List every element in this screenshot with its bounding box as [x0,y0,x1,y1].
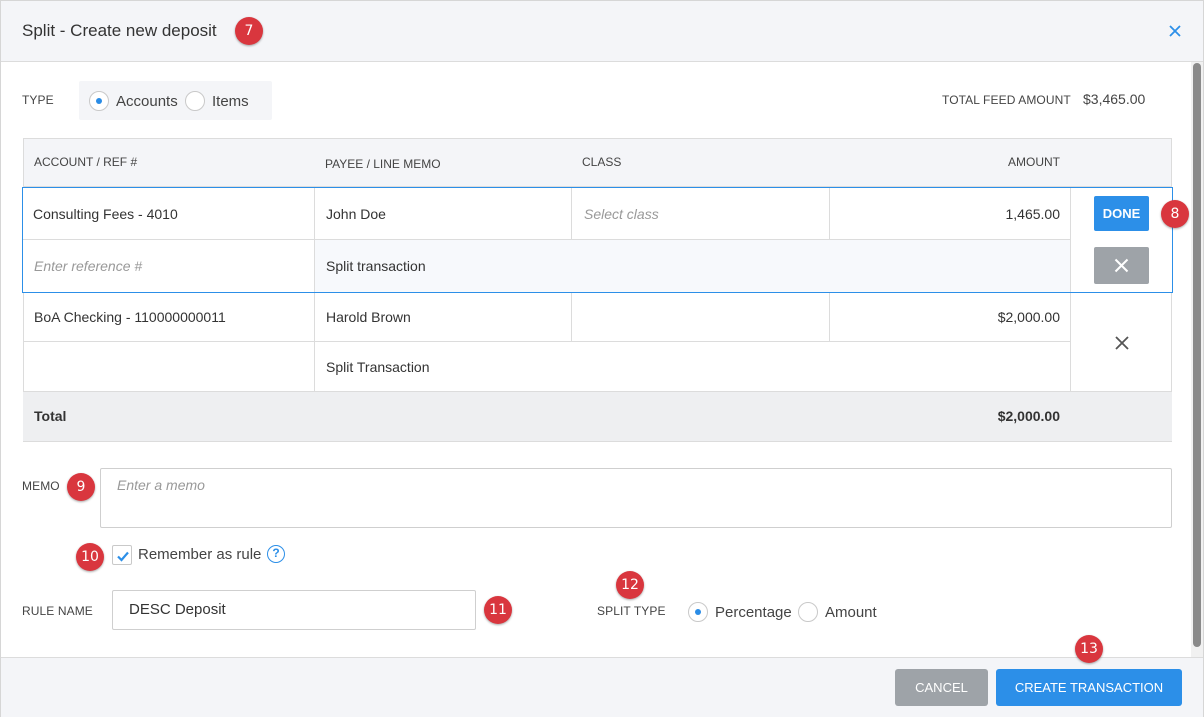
type-accounts-radio[interactable] [89,91,109,111]
split-type-label: SPLIT TYPE [597,604,666,618]
row2-memo[interactable]: Split Transaction [326,359,430,375]
remove-line-button[interactable] [1094,247,1149,284]
close-icon[interactable] [1167,23,1183,39]
remember-rule-label[interactable]: Remember as rule [138,546,261,563]
split-percentage-label[interactable]: Percentage [715,604,792,621]
total-feed-label: TOTAL FEED AMOUNT [942,93,1071,107]
type-items-radio[interactable] [185,91,205,111]
annotation-badge-13: 13 [1075,635,1103,663]
account-select[interactable]: Consulting Fees - 4010 [33,206,178,222]
split-deposit-dialog: Split - Create new deposit 7 TYPE Accoun… [0,0,1204,717]
total-feed-value: $3,465.00 [1083,91,1146,107]
split-amount-radio[interactable] [798,602,818,622]
delete-line-icon[interactable] [1113,334,1131,352]
header-account: ACCOUNT / REF # [34,155,138,169]
row2-account[interactable]: BoA Checking - 110000000011 [34,309,226,325]
split-percentage-radio[interactable] [688,602,708,622]
done-button[interactable]: DONE [1094,196,1149,231]
split-line-row [23,293,1172,391]
dialog-header: Split - Create new deposit 7 [1,1,1203,62]
memo-placeholder: Enter a memo [117,477,205,493]
cancel-button[interactable]: CANCEL [895,669,988,706]
remember-rule-checkbox[interactable] [112,545,132,565]
header-payee: PAYEE / LINE MEMO [325,157,441,171]
memo-textarea[interactable]: Enter a memo [100,468,1172,528]
reference-input[interactable]: Enter reference # [34,258,142,274]
dialog-title: Split - Create new deposit [22,21,217,40]
rule-name-label: RULE NAME [22,604,93,618]
type-label: TYPE [22,93,54,107]
payee-field[interactable]: John Doe [326,206,386,222]
split-amount-label[interactable]: Amount [825,604,877,621]
close-icon [1114,258,1129,273]
row2-amount[interactable]: $2,000.00 [961,309,1060,325]
annotation-badge-9: 9 [67,473,95,501]
rule-name-input[interactable]: DESC Deposit [112,590,476,630]
split-line-editing [22,187,1173,293]
scrollbar-thumb[interactable] [1193,63,1201,647]
annotation-badge-8: 8 [1161,200,1189,228]
line-memo-field[interactable]: Split transaction [326,258,426,274]
class-select[interactable]: Select class [584,206,659,222]
help-icon[interactable]: ? [267,545,285,563]
header-amount: AMOUNT [1008,155,1060,169]
create-transaction-button[interactable]: CREATE TRANSACTION [996,669,1182,706]
annotation-badge-10: 10 [76,543,104,571]
checkmark-icon [117,551,129,562]
annotation-badge-7: 7 [235,17,263,45]
annotation-badge-11: 11 [484,596,512,624]
memo-label: MEMO [22,479,60,493]
total-amount: $2,000.00 [997,408,1060,424]
type-radio-group: Accounts Items [79,81,272,120]
type-accounts-label[interactable]: Accounts [116,93,178,110]
header-class: CLASS [582,155,622,169]
type-items-label[interactable]: Items [212,93,249,110]
total-label: Total [34,408,67,424]
amount-field[interactable]: 1,465.00 [981,206,1061,222]
row2-payee[interactable]: Harold Brown [326,309,411,325]
annotation-badge-12: 12 [616,571,644,599]
